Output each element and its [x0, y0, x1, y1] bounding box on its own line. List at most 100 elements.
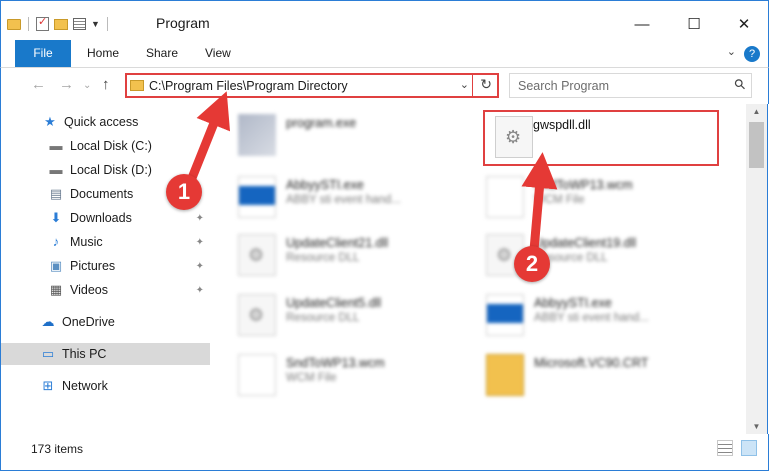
file-item[interactable]: UpdateClient21.dll Resource DLL [238, 230, 478, 282]
sidebar-item-label: Pictures [70, 259, 116, 273]
back-button[interactable]: ← [31, 76, 46, 93]
videos-icon: ▦ [49, 282, 63, 297]
file-name: program.exe [286, 116, 357, 130]
pin-icon[interactable]: ✦ [196, 237, 204, 248]
dll-file-icon [238, 234, 276, 276]
sidebar-item-quick-access[interactable]: ★ Quick access [1, 111, 210, 133]
up-button[interactable]: ↑ [102, 76, 110, 93]
tab-share[interactable]: Share [146, 40, 178, 67]
wcm-file-icon [486, 176, 524, 218]
tab-file[interactable]: File [15, 40, 71, 67]
file-name: AbbyySTI.exe [534, 296, 612, 310]
file-list: program.exe gwspdll.dll AbbyySTI.exe ABB… [210, 104, 746, 434]
window-title: Program [156, 15, 210, 31]
sidebar-item-network[interactable]: ⊞ Network [1, 375, 210, 397]
sidebar-item-onedrive[interactable]: ☁ OneDrive [1, 311, 210, 333]
sidebar-item-downloads[interactable]: ⬇ Downloads ✦ [1, 207, 210, 229]
recent-locations-chevron-icon[interactable]: ⌄ [83, 80, 91, 91]
tab-view[interactable]: View [205, 40, 231, 67]
view-icon[interactable] [73, 18, 86, 30]
sidebar-item-videos[interactable]: ▦ Videos ✦ [1, 279, 210, 301]
file-item[interactable]: program.exe [238, 110, 478, 162]
file-item[interactable]: gwspdll.dll [485, 112, 725, 164]
sidebar-item-this-pc[interactable]: ▭ This PC [1, 343, 210, 365]
details-view-icon[interactable] [717, 440, 733, 456]
file-name: SndToWP13.wcm [286, 356, 385, 370]
tab-home[interactable]: Home [87, 40, 119, 67]
pin-icon[interactable]: ✦ [196, 261, 204, 272]
file-item[interactable]: AbbyySTI.exe ABBY sti event hand... [238, 172, 478, 224]
pictures-icon: ▣ [49, 258, 63, 273]
drive-icon: ▬ [49, 138, 63, 153]
file-name: UpdateClient21.dll [286, 236, 389, 250]
star-icon: ★ [44, 114, 56, 129]
file-name: UpdateClient5.dll [286, 296, 382, 310]
file-item[interactable]: SndToWP13.wcm WCM File [238, 350, 478, 402]
search-icon[interactable]: ⚲ [730, 75, 749, 94]
file-name: AbbyySTI.exe [286, 178, 364, 192]
address-dropdown-icon[interactable]: ⌄ [460, 78, 469, 91]
scroll-up-icon[interactable]: ▲ [746, 107, 767, 116]
file-type: ABBY sti event hand... [534, 312, 649, 324]
search-input[interactable]: Search Program [518, 79, 609, 93]
download-icon: ⬇ [50, 210, 62, 225]
maximize-button[interactable]: ☐ [671, 9, 717, 39]
network-icon: ⊞ [42, 378, 54, 393]
folder-icon [130, 80, 144, 91]
toolbar-separator [28, 17, 29, 31]
minimize-button[interactable]: — [619, 9, 665, 39]
vertical-scrollbar[interactable]: ▲ ▼ [746, 104, 768, 434]
sidebar-item-label: Music [70, 235, 103, 249]
sidebar-item-label: Local Disk (C:) [70, 139, 152, 153]
help-icon[interactable]: ? [744, 46, 760, 62]
file-item[interactable]: SndToWP13.wcm WCM File [486, 172, 726, 224]
wcm-file-icon [238, 354, 276, 396]
file-type: Resource DLL [286, 312, 360, 324]
title-bar: ▼ Program — ☐ ✕ [0, 0, 769, 40]
sidebar-item-label: Local Disk (D:) [70, 163, 152, 177]
computer-icon: ▭ [41, 346, 55, 361]
file-type: ABBY sti event hand... [286, 194, 401, 206]
properties-icon[interactable] [36, 15, 49, 31]
file-name: gwspdll.dll [533, 118, 591, 132]
sidebar-item-label: Videos [70, 283, 108, 297]
file-item[interactable]: Microsoft.VC90.CRT [486, 350, 726, 402]
sidebar-item-pictures[interactable]: ▣ Pictures ✦ [1, 255, 210, 277]
exe-file-icon [238, 114, 276, 156]
sidebar-item-music[interactable]: ♪ Music ✦ [1, 231, 210, 253]
sidebar-item-local-disk-c[interactable]: ▬ Local Disk (C:) [1, 135, 210, 157]
sidebar-item-label: Quick access [64, 115, 139, 129]
customize-toolbar-chevron-icon[interactable]: ▼ [91, 19, 100, 29]
annotation-step-2: 2 [514, 246, 550, 282]
file-item[interactable]: AbbyySTI.exe ABBY sti event hand... [486, 290, 726, 342]
search-box[interactable]: Search Program ⚲ [509, 73, 752, 98]
scrollbar-thumb[interactable] [749, 122, 764, 168]
close-button[interactable]: ✕ [721, 9, 767, 39]
item-count: 173 items [31, 442, 84, 456]
new-folder-icon[interactable] [54, 18, 68, 30]
address-bar[interactable]: C:\Program Files\Program Directory ⌄ ↻ [125, 73, 499, 98]
documents-icon: ▤ [49, 186, 63, 201]
forward-button[interactable]: → [59, 76, 74, 93]
navigation-pane: ★ Quick access ▬ Local Disk (C:) ▬ Local… [0, 104, 210, 434]
dll-file-icon [495, 116, 533, 158]
cloud-icon: ☁ [41, 314, 55, 329]
file-name: UpdateClient19.dll [534, 236, 637, 250]
dll-file-icon [238, 294, 276, 336]
refresh-icon[interactable]: ↻ [480, 76, 492, 93]
file-type: WCM File [286, 372, 337, 384]
folder-icon[interactable] [7, 18, 21, 30]
expand-ribbon-chevron-icon[interactable]: ⌄ [727, 45, 736, 58]
toolbar-separator [106, 17, 108, 31]
address-path[interactable]: C:\Program Files\Program Directory [149, 79, 348, 93]
pin-icon[interactable]: ✦ [196, 285, 204, 296]
scroll-down-icon[interactable]: ▼ [746, 422, 767, 431]
address-divider [472, 75, 473, 96]
file-name: Microsoft.VC90.CRT [534, 356, 649, 370]
large-icons-view-icon[interactable] [741, 440, 757, 456]
file-item[interactable]: UpdateClient5.dll Resource DLL [238, 290, 478, 342]
highlighted-file-gwspdll[interactable]: gwspdll.dll [483, 110, 719, 166]
ribbon-tabs: File Home Share View ⌄ ? [0, 40, 769, 68]
pin-icon[interactable]: ✦ [196, 213, 204, 224]
quick-access-toolbar: ▼ [7, 15, 110, 33]
